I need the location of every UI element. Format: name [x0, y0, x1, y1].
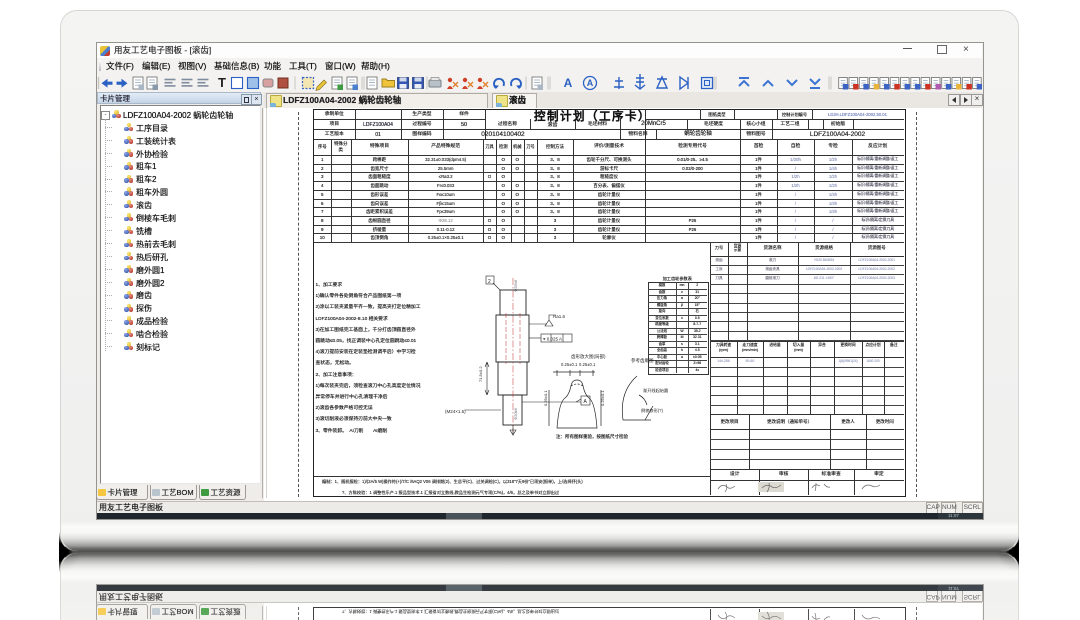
svg-text:T: T: [218, 75, 226, 90]
svg-text:倒棱修形(?): 倒棱修形(?): [641, 407, 663, 414]
svg-text:2: 2: [488, 279, 491, 285]
svg-text:Ra1.6: Ra1.6: [553, 314, 566, 319]
svg-text:齿形放大图(局部): 齿形放大图(局部): [571, 353, 606, 360]
svg-text:0.25±0.1: 0.25±0.1: [561, 362, 578, 367]
svg-text:Φ20k6: Φ20k6: [513, 407, 518, 420]
svg-text:(M24×1.5): (M24×1.5): [445, 409, 466, 414]
svg-text:0.25±0.1: 0.25±0.1: [600, 390, 605, 406]
svg-text:0.25±0.1: 0.25±0.1: [579, 362, 596, 367]
svg-text:71.5±0.2: 71.5±0.2: [478, 366, 483, 382]
svg-text:0.25±0.1: 0.25±0.1: [543, 390, 548, 406]
svg-text:Φ25h6: Φ25h6: [513, 279, 518, 292]
svg-text:参考齿廓图: 参考齿廓图: [631, 357, 654, 364]
svg-text:A: A: [587, 78, 594, 88]
svg-text:⌖ 0.025 A: ⌖ 0.025 A: [543, 337, 562, 342]
svg-text:渐开线起始圆: 渐开线起始圆: [643, 387, 668, 394]
svg-text:A: A: [564, 76, 573, 90]
